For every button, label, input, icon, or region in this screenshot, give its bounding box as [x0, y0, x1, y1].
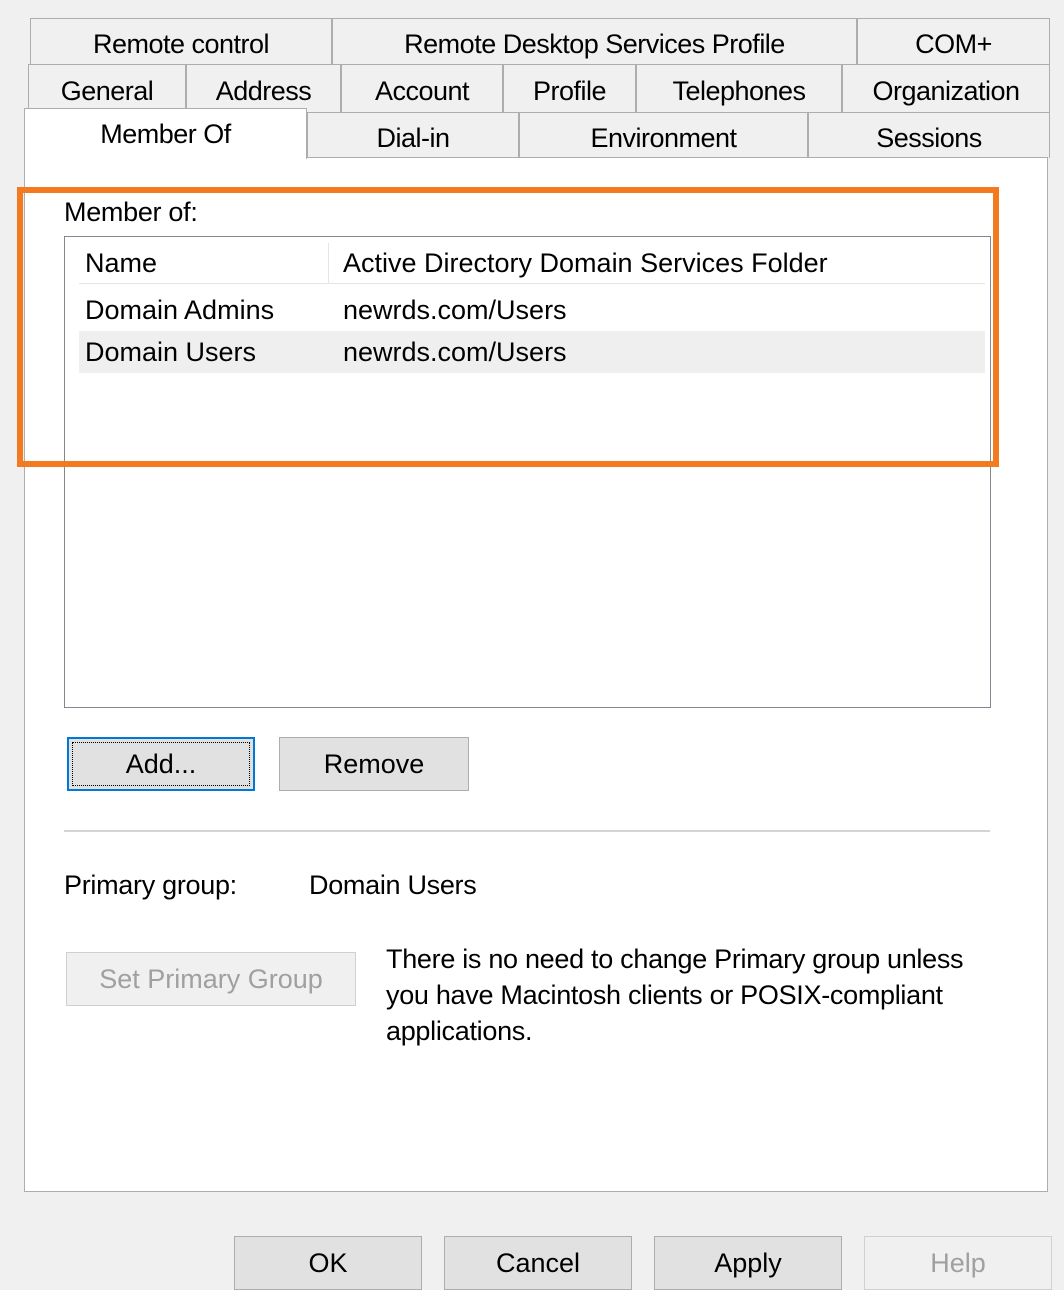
group-name: Domain Users	[85, 337, 257, 367]
primary-group-note-line-3: applications.	[386, 1016, 533, 1046]
tab-label: Profile	[532, 76, 607, 106]
group-name: Domain Admins	[85, 295, 275, 325]
tab-com-plus[interactable]: COM+	[857, 18, 1050, 64]
member-of-list[interactable]: Name Active Directory Domain Services Fo…	[64, 236, 991, 708]
remove-button[interactable]: Remove	[279, 737, 469, 791]
tab-organization[interactable]: Organization	[842, 64, 1050, 112]
tab-telephones[interactable]: Telephones	[636, 64, 842, 112]
remove-button-label: Remove	[323, 749, 425, 779]
tab-address[interactable]: Address	[186, 64, 341, 112]
tab-label: Sessions	[876, 123, 982, 153]
group-folder: newrds.com/Users	[343, 295, 567, 325]
tab-label: Telephones	[672, 76, 806, 106]
tab-label: Member Of	[100, 119, 231, 149]
add-button[interactable]: Add...	[67, 737, 255, 791]
apply-button[interactable]: Apply	[654, 1236, 842, 1290]
primary-group-note-line-1: There is no need to change Primary group…	[386, 944, 964, 974]
member-of-label: Member of:	[64, 197, 198, 227]
ok-button-label: OK	[308, 1248, 348, 1278]
tab-sessions[interactable]: Sessions	[808, 112, 1050, 158]
tab-remote-control[interactable]: Remote control	[30, 18, 332, 64]
tab-remote-desktop-services-profile[interactable]: Remote Desktop Services Profile	[332, 18, 857, 64]
list-header: Name Active Directory Domain Services Fo…	[79, 243, 985, 284]
cancel-button-label: Cancel	[495, 1248, 581, 1278]
tab-label: Organization	[872, 76, 1020, 106]
add-button-label: Add...	[125, 749, 197, 779]
tab-label: General	[60, 76, 154, 106]
set-primary-group-label: Set Primary Group	[99, 964, 323, 994]
tab-account[interactable]: Account	[341, 64, 503, 112]
tab-general[interactable]: General	[28, 64, 186, 112]
group-folder: newrds.com/Users	[343, 337, 567, 367]
tab-label: Address	[215, 76, 312, 106]
help-button-label: Help	[930, 1248, 986, 1278]
tab-member-of[interactable]: Member Of	[24, 108, 307, 159]
column-header-name[interactable]: Name	[79, 243, 329, 283]
tab-label: Dial-in	[376, 123, 450, 153]
separator	[64, 830, 990, 832]
primary-group-note-line-2: you have Macintosh clients or POSIX-comp…	[386, 980, 943, 1010]
ok-button[interactable]: OK	[234, 1236, 422, 1290]
tab-label: Environment	[590, 123, 737, 153]
tab-label: COM+	[915, 29, 992, 59]
tab-environment[interactable]: Environment	[519, 112, 808, 158]
tab-profile[interactable]: Profile	[503, 64, 636, 112]
column-header-folder[interactable]: Active Directory Domain Services Folder	[329, 243, 985, 283]
set-primary-group-button[interactable]: Set Primary Group	[66, 952, 356, 1006]
primary-group-label: Primary group:	[64, 870, 237, 900]
tab-dial-in[interactable]: Dial-in	[307, 112, 519, 158]
cancel-button[interactable]: Cancel	[444, 1236, 632, 1290]
apply-button-label: Apply	[714, 1248, 782, 1278]
tab-label: Account	[374, 76, 470, 106]
list-row[interactable]: Domain Users newrds.com/Users	[79, 331, 985, 373]
tab-label: Remote control	[92, 29, 270, 59]
tab-label: Remote Desktop Services Profile	[404, 29, 785, 59]
list-row[interactable]: Domain Admins newrds.com/Users	[79, 289, 985, 331]
help-button[interactable]: Help	[864, 1236, 1052, 1290]
primary-group-value: Domain Users	[309, 870, 477, 900]
